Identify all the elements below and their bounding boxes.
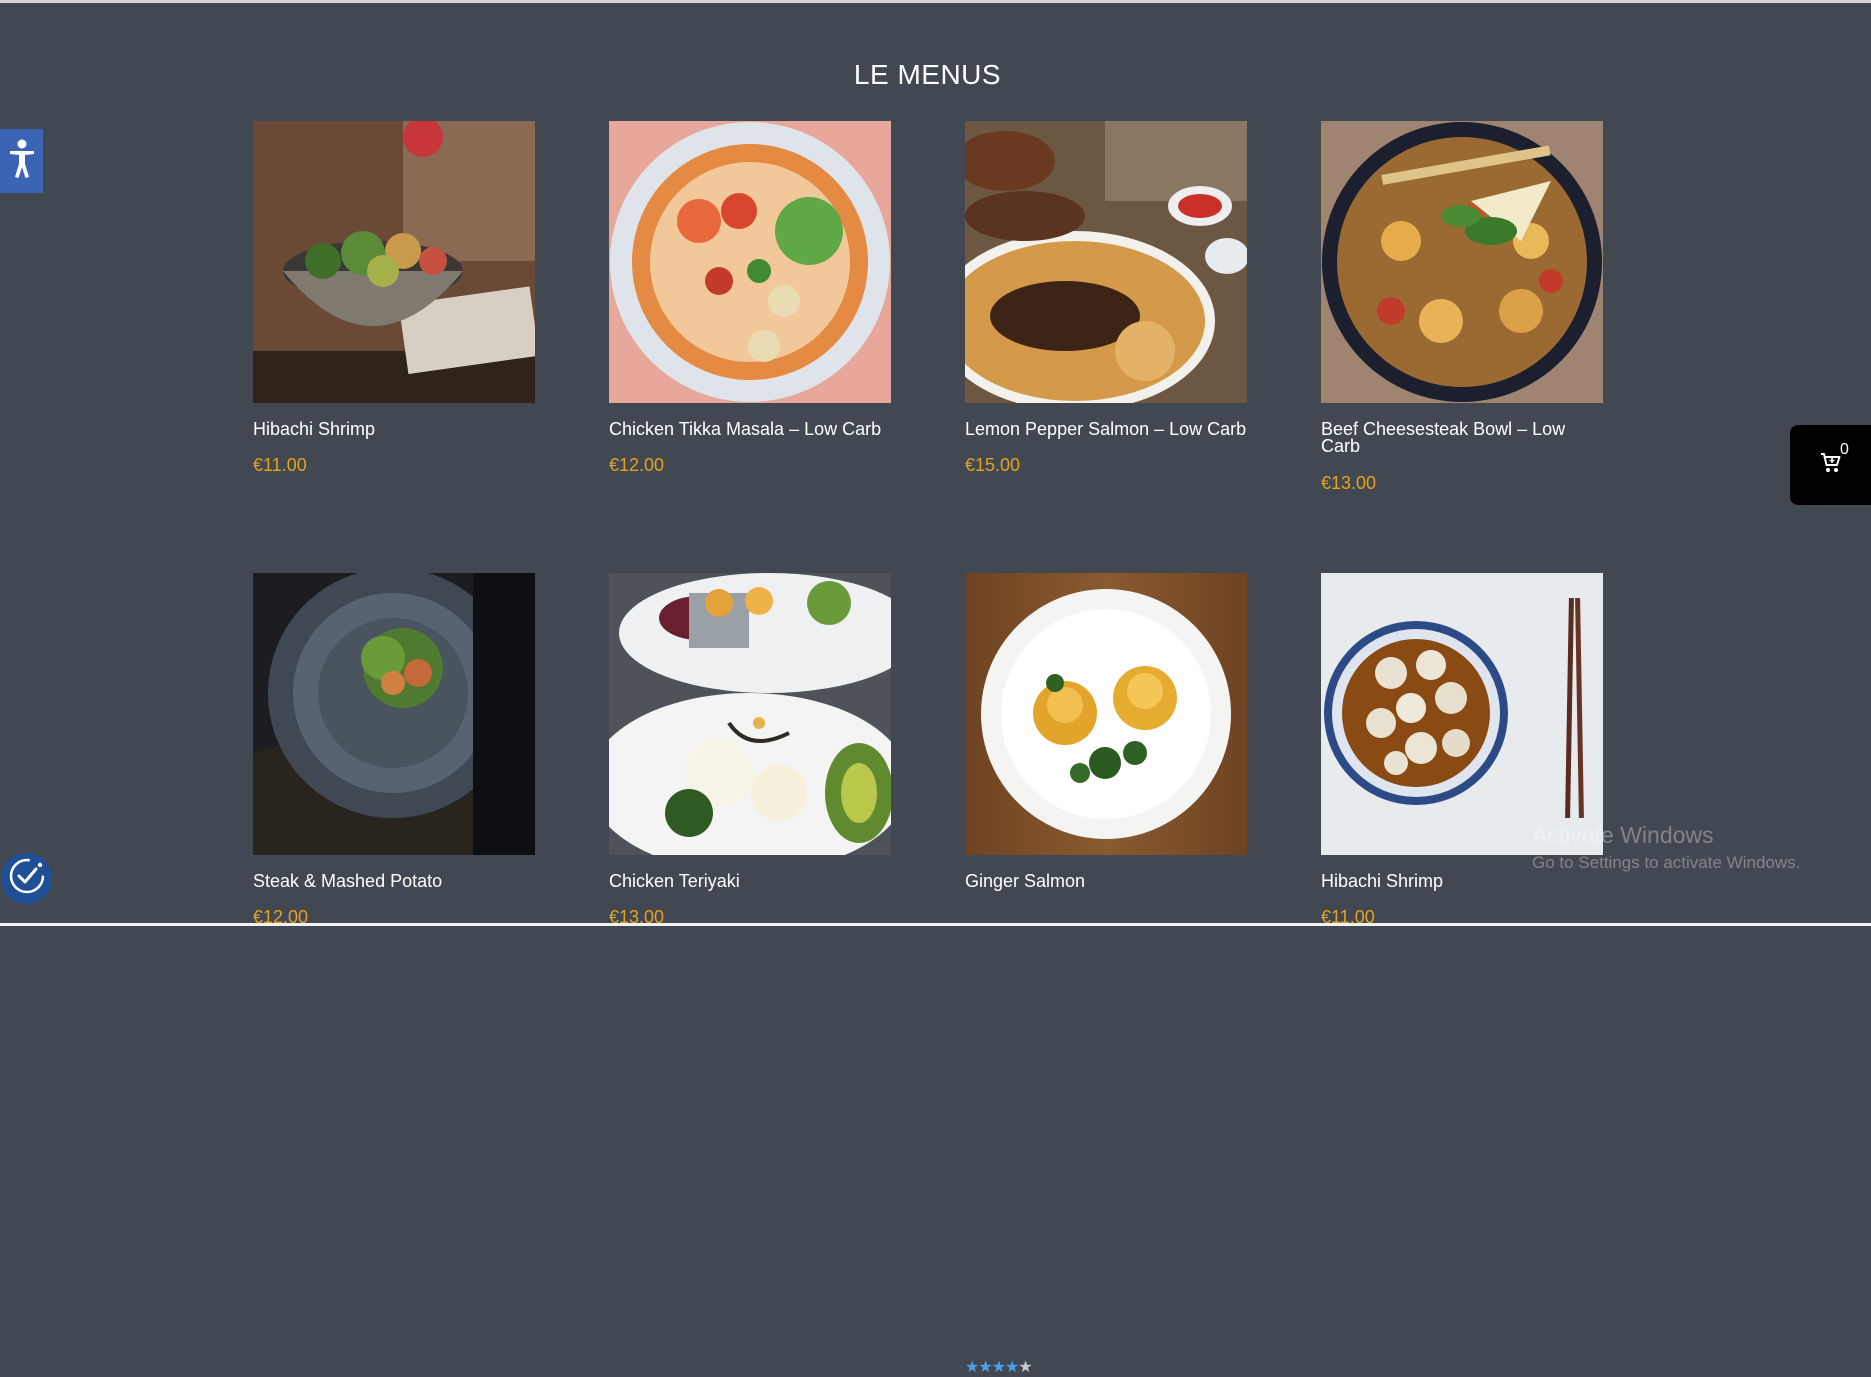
product-name[interactable]: Chicken Teriyaki bbox=[609, 872, 891, 890]
rating-stars: ★★★★★ bbox=[965, 1357, 1033, 1377]
product-image[interactable] bbox=[965, 573, 1247, 855]
cart-icon bbox=[1820, 452, 1842, 479]
product-image[interactable] bbox=[253, 573, 535, 855]
product-image[interactable] bbox=[253, 121, 535, 403]
product-name[interactable]: Beef Cheesesteak Bowl – Low Carb bbox=[1321, 420, 1603, 455]
accessibility-person-icon bbox=[8, 139, 36, 184]
star-empty-icon: ★ bbox=[1018, 1359, 1032, 1376]
accessibility-toolbar-button[interactable] bbox=[0, 129, 43, 193]
top-border bbox=[0, 0, 1871, 3]
star-filled-icon: ★ bbox=[965, 1359, 979, 1376]
watermark-title: Activate Windows bbox=[1532, 822, 1714, 848]
product-image[interactable] bbox=[965, 121, 1247, 403]
product-grid: Hibachi Shrimp €11.00 Chicken Tikka Masa… bbox=[253, 121, 1603, 1376]
product-image[interactable] bbox=[1321, 121, 1603, 403]
product-name[interactable]: Lemon Pepper Salmon – Low Carb bbox=[965, 420, 1247, 438]
star-filled-icon: ★ bbox=[991, 1359, 1006, 1376]
watermark-subtitle: Go to Settings to activate Windows. bbox=[1532, 853, 1801, 872]
product-name[interactable]: Hibachi Shrimp bbox=[1321, 872, 1603, 890]
star-filled-icon: ★ bbox=[978, 1359, 992, 1376]
product-name[interactable]: Hibachi Shrimp bbox=[253, 420, 535, 438]
product-image[interactable] bbox=[609, 573, 891, 855]
product-price: €11.00 bbox=[253, 455, 307, 475]
product-image[interactable] bbox=[1321, 573, 1603, 855]
cart-count: 0 bbox=[1840, 441, 1849, 458]
product-price: €15.00 bbox=[965, 455, 1021, 475]
page-title: LE MENUS bbox=[853, 58, 1002, 90]
windows-activation-watermark: Activate Windows Go to Settings to activ… bbox=[1532, 822, 1800, 873]
product-name[interactable]: Chicken Tikka Masala – Low Carb bbox=[609, 420, 891, 438]
star-filled-icon: ★ bbox=[1005, 1359, 1019, 1376]
product-name[interactable]: Ginger Salmon bbox=[965, 872, 1247, 890]
product-name[interactable]: Steak & Mashed Potato bbox=[253, 872, 535, 890]
accessibility-widget-button[interactable] bbox=[1, 853, 52, 904]
product-price: €13.00 bbox=[1321, 473, 1377, 493]
product-price: €12.00 bbox=[609, 455, 665, 475]
mini-cart-button[interactable]: 0 bbox=[1790, 425, 1871, 505]
accessibility-check-icon bbox=[7, 856, 47, 901]
product-image[interactable] bbox=[609, 121, 891, 403]
